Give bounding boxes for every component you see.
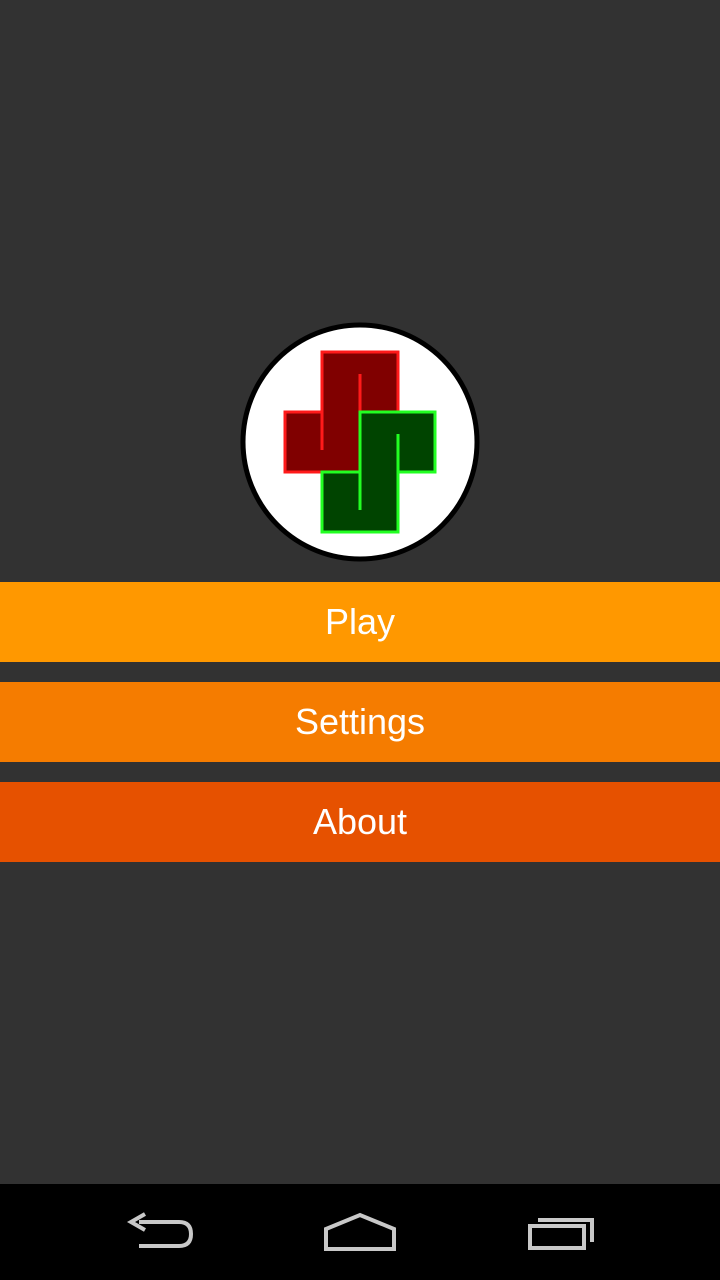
about-button-label: About (312, 801, 408, 842)
back-icon (126, 1212, 194, 1248)
about-button[interactable]: About (0, 782, 720, 862)
main-menu-screen: Play Settings About (0, 0, 720, 1280)
back-button[interactable] (100, 1198, 220, 1266)
settings-button[interactable]: Settings (0, 682, 720, 762)
home-button[interactable] (300, 1198, 420, 1266)
home-icon (324, 1212, 396, 1251)
recent-apps-button[interactable] (502, 1198, 622, 1266)
play-button[interactable]: Play (0, 582, 720, 662)
app-logo (240, 322, 480, 562)
recent-apps-icon (528, 1218, 594, 1250)
system-navigation-bar (0, 1184, 720, 1280)
app-logo-icon (240, 322, 480, 562)
settings-button-label: Settings (294, 701, 426, 742)
play-button-label: Play (324, 601, 396, 642)
